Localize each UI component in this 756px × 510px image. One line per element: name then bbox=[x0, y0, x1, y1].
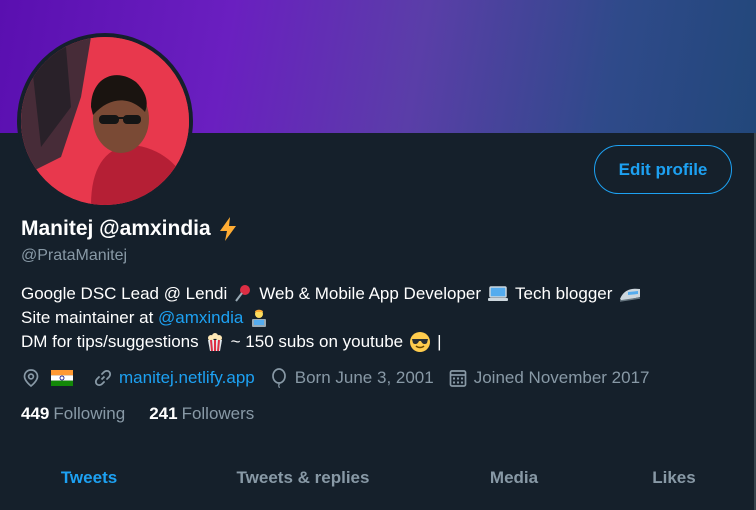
technologist-icon bbox=[252, 309, 267, 327]
following-label: Following bbox=[53, 404, 126, 423]
edit-profile-button[interactable]: Edit profile bbox=[594, 145, 732, 194]
bio-line-1: Google DSC Lead @ Lendi Web & Mobile App… bbox=[21, 282, 741, 306]
bio-text: Site maintainer at bbox=[21, 308, 159, 327]
following-count: 449 bbox=[21, 404, 50, 423]
name-row: Manitej @amxindia bbox=[21, 214, 239, 244]
sunglasses-emoji-icon bbox=[410, 332, 431, 352]
bio-line-3: DM for tips/suggestions ~ 150 subs on yo… bbox=[21, 330, 741, 354]
following-link[interactable]: 449 Following bbox=[21, 404, 125, 424]
followers-count: 241 bbox=[149, 404, 178, 423]
bio-text: Tech blogger bbox=[515, 284, 613, 303]
website-link[interactable]: manitej.netlify.app bbox=[119, 368, 255, 388]
joined-item: Joined November 2017 bbox=[448, 368, 650, 388]
bio-cursor: | bbox=[437, 332, 442, 351]
tab-tweets-and-replies[interactable]: Tweets & replies bbox=[178, 445, 428, 510]
display-name: Manitej @amxindia bbox=[21, 217, 211, 240]
website-item[interactable]: manitej.netlify.app bbox=[93, 368, 255, 388]
tab-media[interactable]: Media bbox=[428, 445, 600, 510]
bio-text: Google DSC Lead @ Lendi bbox=[21, 284, 228, 303]
tab-tweets[interactable]: Tweets bbox=[0, 445, 178, 510]
birthday-item: Born June 3, 2001 bbox=[269, 368, 434, 388]
india-flag-icon bbox=[51, 370, 73, 386]
tab-label: Tweets bbox=[60, 467, 118, 487]
profile-meta: manitej.netlify.app Born June 3, 2001 Jo… bbox=[21, 365, 664, 391]
birth-date: Born June 3, 2001 bbox=[294, 368, 434, 387]
profile-tabs: Tweets Tweets & replies Media Likes bbox=[0, 445, 756, 510]
joined-date: Joined November 2017 bbox=[473, 368, 650, 387]
tab-likes[interactable]: Likes bbox=[600, 445, 748, 510]
mention-link[interactable]: @amxindia bbox=[158, 306, 243, 330]
laptop-icon bbox=[488, 286, 509, 301]
tab-label: Media bbox=[489, 467, 539, 487]
followers-link[interactable]: 241 Followers bbox=[149, 404, 254, 424]
bio-text: ~ 150 subs on youtube bbox=[230, 332, 404, 351]
profile-bio: Google DSC Lead @ Lendi Web & Mobile App… bbox=[21, 282, 741, 354]
train-icon bbox=[620, 288, 641, 302]
avatar[interactable] bbox=[21, 37, 189, 205]
follow-stats: 449 Following 241 Followers bbox=[21, 401, 278, 427]
bio-text: Web & Mobile App Developer bbox=[259, 284, 482, 303]
tab-label: Tweets & replies bbox=[236, 467, 370, 487]
link-icon bbox=[94, 369, 112, 387]
tab-label: Likes bbox=[652, 467, 696, 487]
followers-label: Followers bbox=[181, 404, 255, 423]
location-pin-icon bbox=[23, 369, 39, 388]
bio-text: DM for tips/suggestions bbox=[21, 332, 199, 351]
location-item bbox=[21, 368, 79, 388]
balloon-icon bbox=[271, 368, 286, 388]
calendar-icon bbox=[449, 370, 467, 387]
bio-line-2: Site maintainer at @amxindia bbox=[21, 306, 741, 330]
lightning-icon bbox=[219, 217, 236, 241]
avatar-photo bbox=[21, 37, 189, 205]
pushpin-icon bbox=[235, 285, 251, 302]
user-handle: @PrataManitej bbox=[21, 247, 128, 264]
popcorn-icon bbox=[207, 333, 222, 352]
